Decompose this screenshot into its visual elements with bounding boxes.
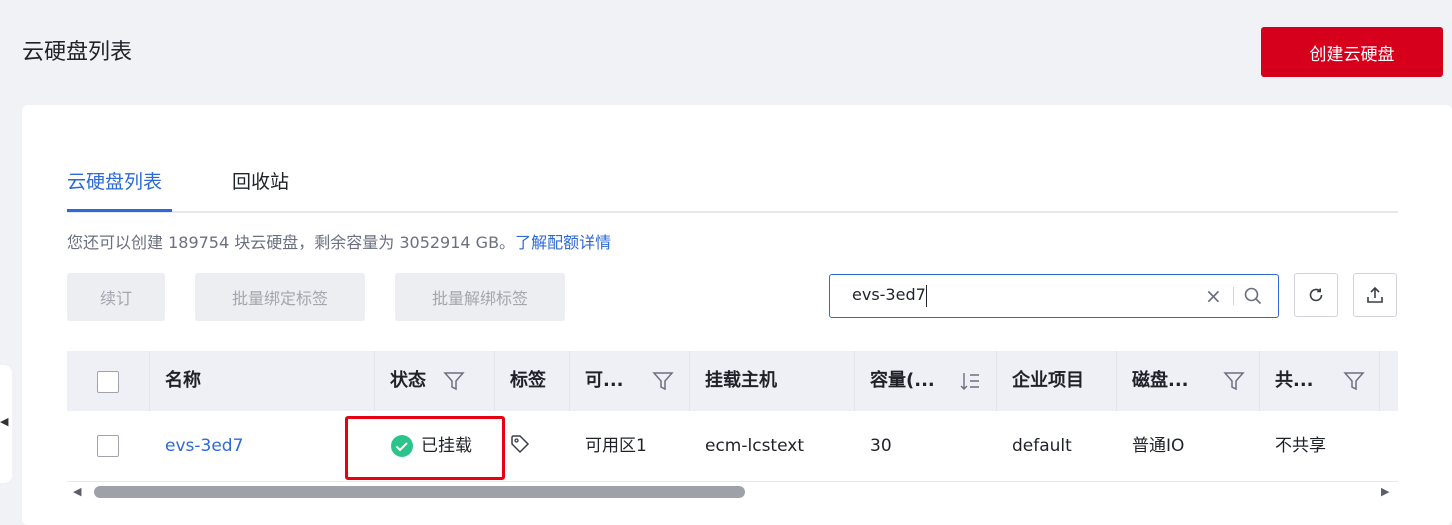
sort-icon[interactable]	[959, 370, 981, 396]
search-icon[interactable]	[1243, 286, 1263, 310]
col-header-tags[interactable]: 标签	[510, 351, 546, 411]
col-header-capacity[interactable]: 容量(...	[870, 351, 935, 411]
disk-name-link[interactable]: evs-3ed7	[165, 411, 243, 481]
refresh-button[interactable]	[1294, 273, 1338, 317]
left-collapse-handle[interactable]: ◀	[0, 365, 12, 483]
col-sep	[494, 351, 495, 411]
filter-icon[interactable]	[652, 370, 674, 396]
table-header: 名称 状态 标签 可... 挂载主机 容量(... 企业项目 磁盘... 共..…	[67, 351, 1398, 411]
filter-icon[interactable]	[1343, 370, 1365, 396]
search-divider	[1233, 287, 1234, 305]
caret-left-icon: ◀	[0, 415, 9, 428]
search-input[interactable]: evs-3ed7 ×	[829, 274, 1279, 318]
quota-text: 您还可以创建 189754 块云硬盘，剩余容量为 3052914 GB。	[67, 233, 516, 252]
col-sep	[149, 351, 150, 411]
col-sep	[689, 351, 690, 411]
main-card: 云硬盘列表 回收站 您还可以创建 189754 块云硬盘，剩余容量为 30529…	[22, 105, 1452, 525]
col-sep	[854, 351, 855, 411]
project-cell: default	[1012, 436, 1072, 456]
col-sep	[996, 351, 997, 411]
success-icon	[390, 434, 414, 462]
shared-cell: 不共享	[1275, 436, 1326, 456]
col-sep	[569, 351, 570, 411]
scroll-right-icon[interactable]: ▶	[1381, 485, 1389, 498]
tab-bar: 云硬盘列表 回收站	[67, 167, 1398, 213]
col-sep	[1379, 351, 1380, 411]
capacity-cell: 30	[870, 436, 892, 456]
quota-info: 您还可以创建 189754 块云硬盘，剩余容量为 3052914 GB。了解配额…	[67, 229, 611, 253]
export-icon	[1367, 286, 1383, 303]
quota-detail-link[interactable]: 了解配额详情	[515, 233, 611, 252]
col-sep	[1116, 351, 1117, 411]
horizontal-scrollbar[interactable]: ◀ ▶	[67, 485, 1398, 499]
bind-tags-button[interactable]: 批量绑定标签	[195, 273, 365, 321]
scroll-left-icon[interactable]: ◀	[73, 485, 81, 498]
renew-button[interactable]: 续订	[67, 273, 165, 321]
disk-type-cell: 普通IO	[1132, 436, 1185, 456]
page-title: 云硬盘列表	[22, 40, 133, 65]
refresh-icon	[1309, 288, 1323, 302]
create-disk-button[interactable]: 创建云硬盘	[1261, 27, 1443, 77]
status-text: 已挂载	[421, 436, 472, 456]
col-header-disk-type[interactable]: 磁盘...	[1132, 351, 1189, 411]
tab-disk-list[interactable]: 云硬盘列表	[67, 167, 172, 212]
row-checkbox[interactable]	[97, 435, 119, 457]
col-header-name[interactable]: 名称	[165, 351, 201, 411]
table-row[interactable]: evs-3ed7 已挂载 可用区1 ecm-lcstext 30 default…	[67, 411, 1398, 482]
export-button[interactable]	[1353, 273, 1397, 317]
scroll-thumb[interactable]	[94, 486, 745, 498]
col-header-host[interactable]: 挂载主机	[705, 351, 777, 411]
filter-icon[interactable]	[443, 370, 465, 396]
az-cell: 可用区1	[585, 436, 647, 456]
filter-icon[interactable]	[1223, 370, 1245, 396]
col-sep	[374, 351, 375, 411]
col-sep	[1259, 351, 1260, 411]
select-all-checkbox[interactable]	[97, 371, 119, 393]
col-header-project[interactable]: 企业项目	[1012, 351, 1084, 411]
col-header-az[interactable]: 可...	[585, 351, 624, 411]
text-caret	[926, 285, 927, 307]
tag-icon[interactable]	[510, 434, 530, 458]
col-header-shared[interactable]: 共...	[1275, 351, 1314, 411]
unbind-tags-button[interactable]: 批量解绑标签	[395, 273, 565, 321]
tab-recycle-bin[interactable]: 回收站	[232, 167, 289, 209]
col-header-status[interactable]: 状态	[390, 351, 426, 411]
clear-icon[interactable]: ×	[1205, 284, 1222, 308]
search-value: evs-3ed7	[852, 285, 926, 304]
host-cell: ecm-lcstext	[705, 436, 804, 456]
